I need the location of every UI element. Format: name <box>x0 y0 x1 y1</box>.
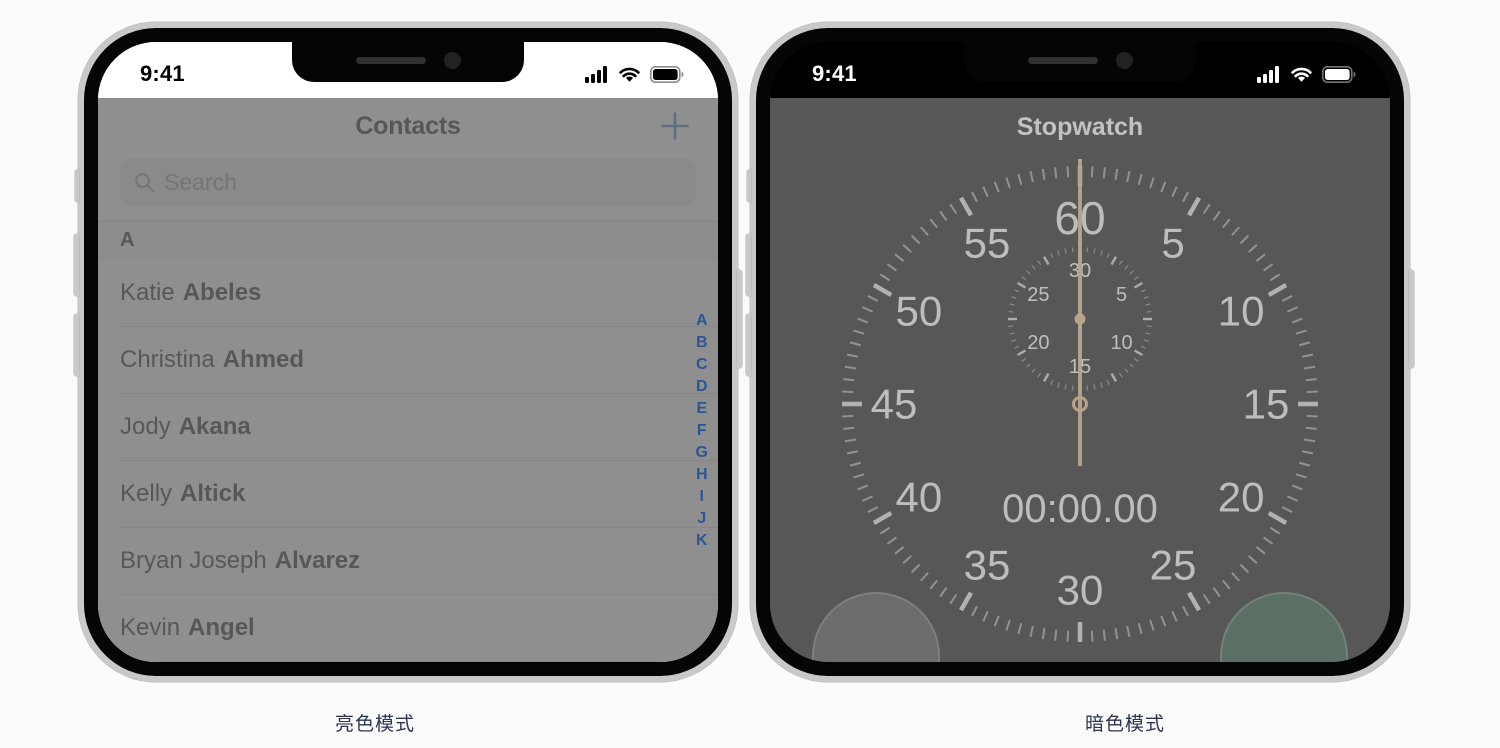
comparison-stage: 9:41 Contacts Search A Katie Abeles Chri… <box>0 0 1500 748</box>
stopwatch-dial-container: 510152025303540455055605101520253000:00.… <box>770 154 1390 654</box>
contact-row[interactable]: Christina Ahmed <box>120 327 718 394</box>
volume-up-button[interactable] <box>746 234 751 296</box>
status-bar-clock: 9:41 <box>812 61 857 86</box>
svg-text:45: 45 <box>871 381 918 428</box>
screen-dark: 9:41 Stopwatch 5 10 15 20 25 30 35 40 45… <box>770 42 1390 662</box>
contacts-list: Katie Abeles Christina Ahmed Jody Akana <box>98 260 718 662</box>
search-bar[interactable] <box>120 158 696 206</box>
svg-text:15: 15 <box>1243 381 1290 428</box>
contact-last-name: Abeles <box>182 279 262 306</box>
lap-button[interactable] <box>812 592 940 662</box>
contact-first-name: Kelly <box>120 480 173 507</box>
battery-icon <box>650 65 684 83</box>
svg-text:35: 35 <box>964 542 1011 589</box>
search-input[interactable] <box>164 168 682 196</box>
index-letter[interactable]: E <box>696 398 707 419</box>
index-letter[interactable]: C <box>696 354 708 375</box>
status-bar-clock: 9:41 <box>140 61 185 86</box>
navigation-bar: Stopwatch <box>770 98 1390 156</box>
stopwatch-controls <box>770 592 1390 662</box>
svg-text:00:00.00: 00:00.00 <box>1002 487 1158 531</box>
device-bezel: 9:41 <box>756 28 1404 676</box>
screen-light: 9:41 Contacts Search A Katie Abeles Chri… <box>98 42 718 662</box>
contact-first-name: Katie <box>120 279 175 306</box>
front-camera-icon <box>1115 51 1133 69</box>
contact-last-name: Ahmed <box>222 346 305 373</box>
silent-switch-button[interactable] <box>747 170 751 202</box>
wifi-icon <box>618 66 641 83</box>
contact-first-name: Bryan Joseph <box>120 547 267 574</box>
page-title: Contacts <box>355 111 461 140</box>
svg-text:55: 55 <box>964 219 1011 266</box>
contact-row[interactable]: Kevin Angel <box>120 595 718 662</box>
svg-text:25: 25 <box>1027 284 1049 306</box>
svg-text:10: 10 <box>1110 332 1132 354</box>
volume-down-button[interactable] <box>74 314 79 376</box>
svg-text:10: 10 <box>1218 288 1265 335</box>
svg-text:40: 40 <box>896 474 943 521</box>
index-letter[interactable]: F <box>697 420 707 441</box>
contact-last-name: Alvarez <box>274 547 361 574</box>
index-letter[interactable]: J <box>697 508 706 529</box>
search-container <box>98 154 718 220</box>
battery-icon <box>1322 65 1356 83</box>
contact-last-name: Altick <box>180 480 246 507</box>
index-letter[interactable]: I <box>700 486 704 507</box>
stopwatch-dial[interactable]: 510152025303540455055605101520253000:00.… <box>800 154 1360 654</box>
contact-row[interactable]: Katie Abeles <box>120 260 718 327</box>
search-icon <box>134 172 155 193</box>
panel-dark-mode: 9:41 Stopwatch 5 10 15 20 25 30 35 40 45… <box>746 0 1500 748</box>
alphabet-index[interactable]: A B C D E F G H I J K <box>696 310 708 551</box>
caption-light-mode: 亮色模式 <box>334 713 415 735</box>
earpiece-speaker-icon <box>355 56 426 64</box>
contacts-app: Contacts Search A Katie Abeles Christina… <box>98 98 718 662</box>
svg-text:25: 25 <box>1150 542 1197 589</box>
device-bezel: 9:41 <box>84 28 732 676</box>
contact-row[interactable]: Kelly Altick <box>120 461 718 528</box>
device-notch <box>292 42 524 82</box>
cellular-signal-icon <box>1257 65 1281 83</box>
device-notch <box>964 42 1196 82</box>
start-button[interactable] <box>1220 592 1348 662</box>
svg-text:5: 5 <box>1161 219 1184 266</box>
panel-light-mode: 9:41 Contacts Search A Katie Abeles Chri… <box>0 0 750 748</box>
contact-row[interactable]: Jody Akana <box>120 394 718 461</box>
contact-first-name: Kevin <box>120 614 181 641</box>
add-contact-button[interactable] <box>658 109 692 143</box>
status-bar-indicators <box>1257 65 1356 83</box>
svg-text:5: 5 <box>1116 284 1127 306</box>
contact-last-name: Angel <box>188 614 255 641</box>
silent-switch-button[interactable] <box>75 170 79 202</box>
index-letter[interactable]: K <box>696 530 708 551</box>
volume-down-button[interactable] <box>746 314 751 376</box>
svg-text:20: 20 <box>1027 332 1049 354</box>
cellular-signal-icon <box>585 65 609 83</box>
index-letter[interactable]: G <box>696 442 708 463</box>
contact-first-name: Jody <box>120 413 171 440</box>
navigation-bar: Contacts <box>98 98 718 154</box>
power-button[interactable] <box>1409 270 1414 368</box>
stopwatch-app: Stopwatch 510152025303540455055605101520… <box>770 98 1390 662</box>
section-header-a: A <box>98 220 718 260</box>
status-bar-indicators <box>585 65 684 83</box>
power-button[interactable] <box>737 270 742 368</box>
contact-last-name: Akana <box>178 413 251 440</box>
index-letter[interactable]: A <box>696 310 708 331</box>
index-letter[interactable]: D <box>696 376 708 397</box>
iphone-device-light: 9:41 Contacts Search A Katie Abeles Chri… <box>74 22 742 682</box>
index-letter[interactable]: B <box>696 332 708 353</box>
iphone-device-dark: 9:41 Stopwatch 5 10 15 20 25 30 35 40 45… <box>746 22 1414 682</box>
svg-text:20: 20 <box>1218 474 1265 521</box>
caption-dark-mode: 暗色模式 <box>1084 713 1165 735</box>
index-letter[interactable]: H <box>696 464 708 485</box>
page-title: Stopwatch <box>1016 112 1144 141</box>
earpiece-speaker-icon <box>1027 56 1098 64</box>
volume-up-button[interactable] <box>74 234 79 296</box>
contact-row[interactable]: Bryan Joseph Alvarez <box>120 528 718 595</box>
wifi-icon <box>1290 66 1313 83</box>
svg-text:50: 50 <box>896 288 943 335</box>
contact-first-name: Christina <box>120 346 215 373</box>
front-camera-icon <box>443 51 461 69</box>
